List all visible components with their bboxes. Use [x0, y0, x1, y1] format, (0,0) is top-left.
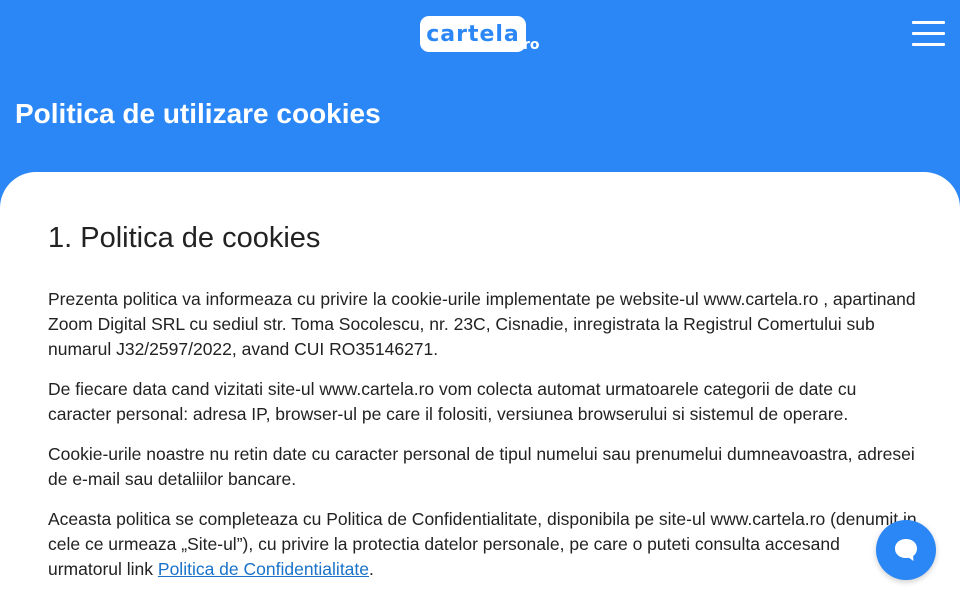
menu-bar: [912, 43, 945, 46]
page-title: Politica de utilizare cookies: [15, 98, 381, 129]
section-title: 1. Politica de cookies: [48, 222, 321, 254]
paragraph-data-collected: De fiecare data cand vizitati site-ul ww…: [48, 379, 857, 424]
paragraph-no-personal-data: Cookie-urile noastre nu retin date cu ca…: [48, 444, 915, 489]
menu-bar: [912, 32, 945, 35]
site-logo[interactable]: cartela ro: [420, 16, 544, 56]
chat-bubble-icon: [895, 539, 917, 561]
paragraph-end-punctuation: .: [369, 559, 374, 579]
hamburger-menu-icon[interactable]: [912, 21, 946, 47]
logo-suffix: ro: [523, 37, 540, 53]
privacy-policy-link[interactable]: Politica de Confidentialitate: [158, 559, 369, 579]
site-header: cartela ro Politica de utilizare cookies: [0, 0, 960, 190]
content-card: 1. Politica de cookies Prezenta politica…: [0, 172, 960, 600]
chat-button[interactable]: [876, 520, 936, 580]
menu-bar: [912, 21, 945, 24]
paragraph-intro: Prezenta politica va informeaza cu privi…: [48, 289, 916, 359]
logo-box: cartela: [420, 16, 526, 52]
logo-text: cartela: [426, 21, 520, 47]
paragraph-privacy-policy: Aceasta politica se completeaza cu Polit…: [48, 507, 918, 582]
